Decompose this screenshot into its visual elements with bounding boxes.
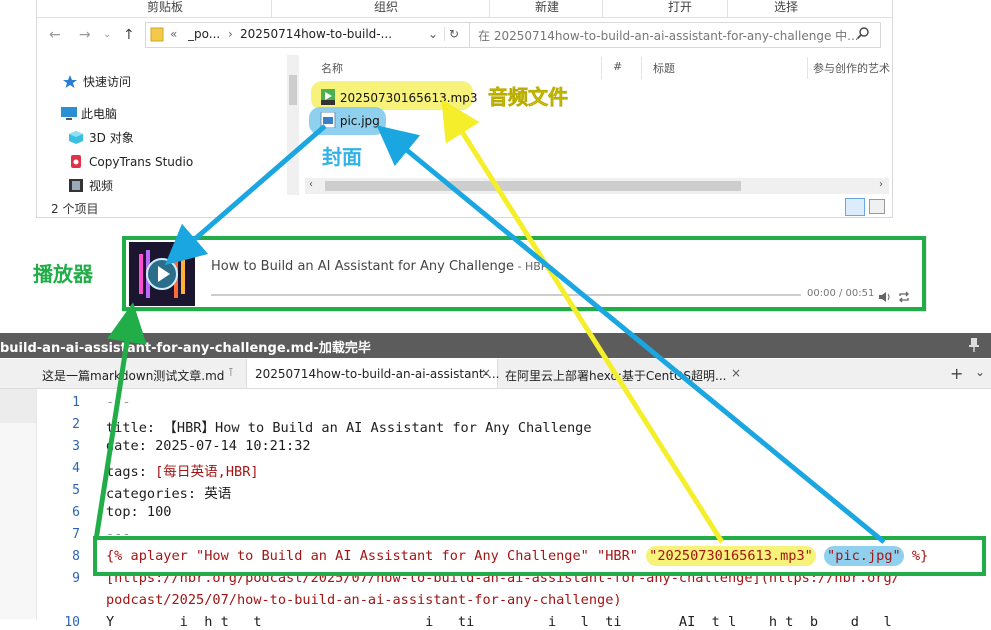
tab-current-article[interactable]: 20250714how-to-build-an-ai-assistant-...…	[246, 359, 500, 388]
code-line-5[interactable]: categories: 英语	[106, 482, 231, 502]
tab-list-icon[interactable]: ⌄	[975, 365, 985, 379]
cover-label: 封面	[322, 145, 362, 169]
up-arrow-icon[interactable]: ↑	[123, 27, 135, 43]
search-icon[interactable]	[856, 26, 870, 43]
copytrans-icon	[69, 155, 83, 168]
line-number: 9	[72, 571, 80, 586]
side-panel-header	[0, 389, 36, 423]
code-line-1[interactable]: ---	[106, 394, 131, 410]
ribbon-organize[interactable]: 组织	[374, 0, 398, 14]
computer-icon	[61, 107, 77, 120]
cube-icon	[69, 131, 83, 144]
column-header-title[interactable]: 标题	[653, 60, 675, 76]
search-input[interactable]: 在 20250714how-to-build-an-ai-assistant-f…	[478, 27, 859, 44]
editor-title-bar: build-an-ai-assistant-for-any-challenge.…	[0, 333, 991, 358]
line-number: 10	[64, 615, 80, 630]
ribbon-divider	[727, 0, 728, 17]
nav-item-this-pc[interactable]: 此电脑	[61, 107, 117, 121]
column-header-name[interactable]: 名称	[321, 60, 343, 76]
ribbon-divider	[602, 0, 603, 17]
breadcrumb-separator-icon: ›	[228, 27, 233, 41]
scroll-right-icon[interactable]: ›	[879, 179, 883, 190]
tab-pin-icon[interactable]: ⊺	[228, 366, 234, 379]
star-icon	[63, 75, 77, 88]
line-number: 7	[72, 527, 80, 542]
code-line-3[interactable]: date: 2025-07-14 10:21:32	[106, 438, 311, 454]
forward-arrow-icon[interactable]: →	[79, 27, 91, 43]
breadcrumb-current[interactable]: 20250714how-to-build-...	[240, 27, 392, 41]
line-number: 6	[72, 505, 80, 520]
code-line-10[interactable]: Y i h t t i ti i l ti AI t l h t b d l	[106, 614, 892, 630]
tab-bar: 这是一篇markdown测试文章.md ⊺ 20250714how-to-bui…	[0, 359, 991, 389]
breadcrumb-overflow-icon[interactable]: «	[170, 27, 177, 41]
file-row-mp3[interactable]: 20250730165613.mp3	[320, 89, 477, 105]
file-name: 20250730165613.mp3	[339, 91, 478, 105]
back-arrow-icon[interactable]: ←	[49, 27, 61, 43]
ribbon-open[interactable]: 打开	[668, 0, 692, 14]
tiles-view-icon[interactable]	[869, 199, 885, 214]
tab-close-icon[interactable]: ×	[481, 366, 491, 380]
file-list-hscrollbar[interactable]: ‹ ›	[305, 178, 889, 194]
code-line-4[interactable]: tags: [每日英语,HBR]	[106, 460, 259, 480]
scrollbar-thumb[interactable]	[325, 181, 741, 191]
folder-icon	[150, 26, 164, 45]
column-divider	[601, 57, 602, 79]
code-line-6[interactable]: top: 100	[106, 504, 171, 520]
recent-locations-icon[interactable]: ⌄	[103, 27, 111, 43]
pin-icon[interactable]	[966, 337, 982, 357]
nav-item-copytrans[interactable]: CopyTrans Studio	[69, 155, 193, 169]
address-dropdown-icon[interactable]: ⌄	[428, 27, 438, 41]
breadcrumb-parent[interactable]: _po...	[188, 27, 220, 41]
video-icon	[69, 179, 83, 192]
line-number: 4	[72, 461, 80, 476]
search-box[interactable]: 在 20250714how-to-build-an-ai-assistant-f…	[469, 22, 881, 48]
column-header-number[interactable]: #	[613, 60, 622, 73]
ribbon-clipboard[interactable]: 剪贴板	[147, 0, 183, 14]
markdown-editor: build-an-ai-assistant-for-any-challenge.…	[0, 333, 991, 630]
column-divider	[807, 57, 808, 79]
column-header-artist[interactable]: 参与创作的艺术	[813, 60, 890, 76]
navigation-pane: 快速访问 此电脑 3D 对象 CopyTrans Studio 视频	[37, 55, 299, 195]
tab-markdown-test[interactable]: 这是一篇markdown测试文章.md ⊺	[34, 359, 246, 388]
ribbon-new[interactable]: 新建	[535, 0, 559, 14]
scroll-left-icon[interactable]: ‹	[309, 179, 313, 190]
refresh-icon[interactable]: ↻	[444, 27, 459, 41]
file-name: pic.jpg	[339, 114, 380, 128]
status-bar: 2 个项目	[37, 196, 892, 217]
editor-title: build-an-ai-assistant-for-any-challenge.…	[0, 341, 371, 356]
scrollbar-thumb[interactable]	[289, 75, 297, 105]
ribbon-group-labels: 剪贴板 组织 新建 打开 选择	[37, 0, 892, 18]
audio-file-label: 音频文件	[488, 85, 569, 110]
mp3-file-icon	[320, 89, 336, 105]
nav-item-videos[interactable]: 视频	[69, 179, 113, 193]
ribbon-divider	[271, 0, 272, 17]
file-list-pane: 名称 # 标题 参与创作的艺术	[301, 55, 891, 195]
tab-aliyun-hexo[interactable]: 在阿里云上部署hexo:基于CentOS超明... ×	[497, 359, 747, 388]
player-highlight-frame	[122, 236, 926, 311]
player-label: 播放器	[33, 262, 93, 286]
code-line-9-wrap[interactable]: podcast/2025/07/how-to-build-an-ai-assis…	[106, 592, 622, 608]
new-tab-icon[interactable]: +	[950, 364, 963, 383]
line-number: 5	[72, 483, 80, 498]
ribbon-divider	[489, 0, 490, 17]
nav-pane-scrollbar[interactable]	[287, 55, 299, 195]
nav-item-quick-access[interactable]: 快速访问	[63, 75, 131, 89]
nav-item-3d-objects[interactable]: 3D 对象	[69, 131, 134, 145]
aplayer-tag-highlight-frame	[93, 536, 986, 576]
ribbon-select[interactable]: 选择	[774, 0, 798, 14]
column-divider	[641, 57, 642, 79]
address-bar[interactable]: « _po... › 20250714how-to-build-... ⌄ ↻	[145, 22, 477, 48]
line-number: 3	[72, 439, 80, 454]
line-number: 1	[72, 395, 80, 410]
tab-close-icon[interactable]: ×	[731, 366, 741, 380]
item-count: 2 个项目	[51, 202, 99, 216]
code-line-2[interactable]: title: 【HBR】How to Build an AI Assistant…	[106, 416, 592, 436]
file-row-jpg[interactable]: pic.jpg	[320, 111, 380, 129]
details-view-icon[interactable]	[845, 198, 865, 216]
side-panel	[0, 389, 37, 619]
line-number: 8	[72, 549, 80, 564]
line-number: 2	[72, 417, 80, 432]
jpg-file-icon	[320, 111, 336, 129]
